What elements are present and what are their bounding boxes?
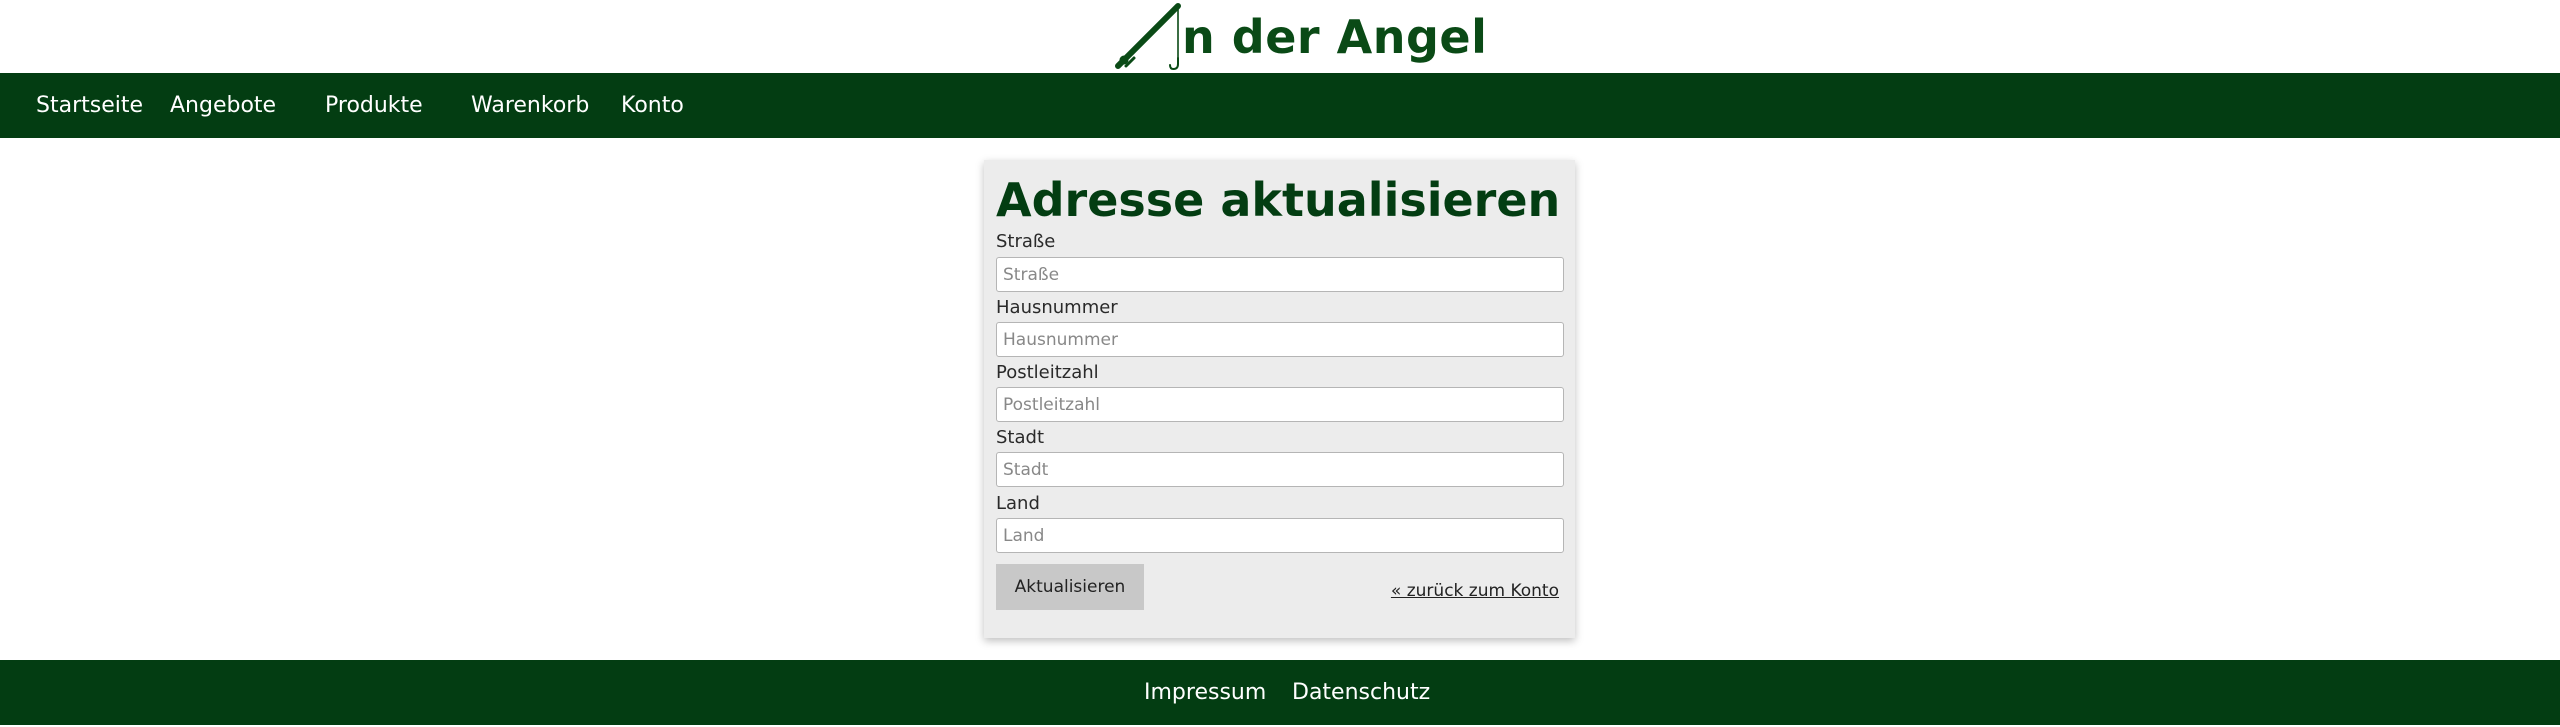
brand-name: n der Angel <box>1182 9 1488 64</box>
city-label: Stadt <box>996 427 1044 448</box>
nav-item-produkte[interactable]: Produkte <box>325 73 423 138</box>
site-footer: Impressum Datenschutz <box>0 660 2560 725</box>
footer-link-datenschutz[interactable]: Datenschutz <box>1292 660 1430 725</box>
nav-item-angebote[interactable]: Angebote <box>170 73 276 138</box>
address-form-card: Adresse aktualisieren Straße Hausnummer … <box>984 160 1575 638</box>
site-header: n der Angel <box>0 0 2560 73</box>
house-number-input[interactable] <box>996 322 1564 357</box>
footer-link-impressum[interactable]: Impressum <box>1144 660 1266 725</box>
back-to-account-link[interactable]: « zurück zum Konto <box>1391 581 1559 601</box>
postal-code-label: Postleitzahl <box>996 362 1099 383</box>
update-button[interactable]: Aktualisieren <box>996 564 1144 610</box>
nav-item-warenkorb[interactable]: Warenkorb <box>471 73 589 138</box>
house-number-label: Hausnummer <box>996 297 1118 318</box>
street-input[interactable] <box>996 257 1564 292</box>
street-label: Straße <box>996 231 1056 252</box>
nav-item-konto[interactable]: Konto <box>621 73 684 138</box>
page-title: Adresse aktualisieren <box>996 173 1561 227</box>
nav-item-startseite[interactable]: Startseite <box>36 73 143 138</box>
city-input[interactable] <box>996 452 1564 487</box>
postal-code-input[interactable] <box>996 387 1564 422</box>
country-label: Land <box>996 493 1040 514</box>
country-input[interactable] <box>996 518 1564 553</box>
main-nav: Startseite Angebote Produkte Warenkorb K… <box>0 73 2560 138</box>
site-logo[interactable]: n der Angel <box>1112 0 1487 73</box>
fishing-rod-icon <box>1112 0 1184 73</box>
